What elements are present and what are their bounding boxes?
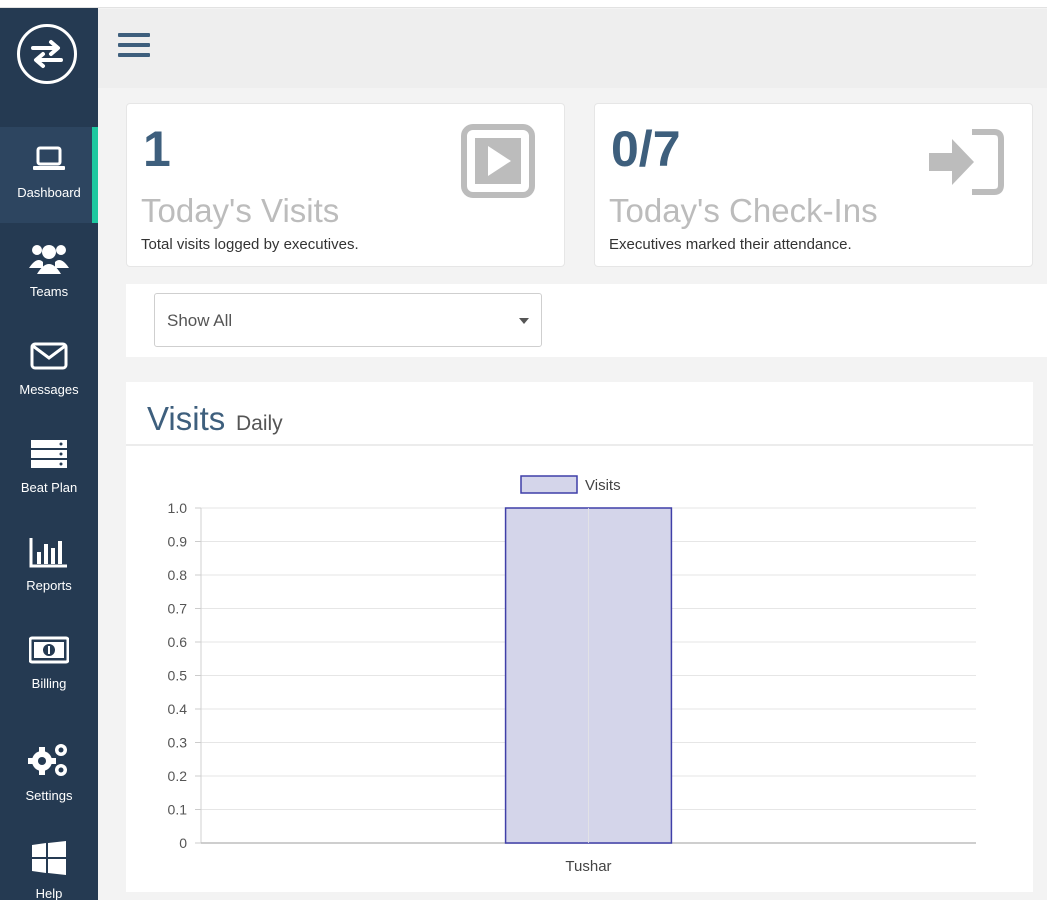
sidebar-item-label: Dashboard (17, 185, 81, 200)
sidebar-item-label: Teams (29, 284, 69, 299)
sidebar: Dashboard Teams Messages Beat Plan Repor… (0, 8, 98, 900)
panel-header: Visits Daily (126, 382, 1033, 446)
stat-card-check-ins: 0/7 Today's Check-Ins Executives marked … (594, 103, 1033, 267)
sidebar-item-label: Settings (25, 788, 73, 803)
y-tick-label: 0.1 (168, 802, 188, 818)
users-icon (0, 238, 98, 278)
y-tick-label: 0.8 (168, 567, 188, 583)
caret-down-icon (519, 318, 529, 324)
money-icon (0, 630, 98, 670)
visits-panel: Visits Daily 1.0 0.9 0.8 0.7 0.6 0.5 0.4 0.3 0.2… (126, 382, 1033, 892)
sidebar-item-settings[interactable]: Settings (0, 728, 98, 824)
sidebar-item-billing[interactable]: Billing (0, 618, 98, 714)
gears-icon (0, 740, 98, 780)
hamburger-menu-icon[interactable] (118, 31, 152, 61)
bar-chart-icon (0, 532, 98, 572)
sidebar-item-beat-plan[interactable]: Beat Plan (0, 422, 98, 518)
x-tick-label: Tushar (565, 858, 611, 875)
stat-card-visits: 1 Today's Visits Total visits logged by … (126, 103, 565, 267)
y-tick-label: 1.0 (168, 500, 188, 516)
play-square-icon (461, 124, 535, 203)
legend-swatch (520, 475, 578, 494)
y-tick-label: 0.2 (168, 768, 188, 784)
legend-label: Visits (585, 477, 621, 494)
top-header (98, 9, 1047, 88)
sidebar-item-label: Messages (19, 382, 79, 397)
y-tick-label: 0.9 (168, 534, 188, 550)
envelope-icon (0, 336, 98, 376)
sidebar-item-label: Billing (31, 676, 67, 691)
laptop-icon (0, 139, 98, 179)
y-tick-label: 0.5 (168, 668, 188, 684)
y-tick-label: 0 (179, 835, 187, 851)
sidebar-item-label: Reports (26, 578, 72, 593)
panel-subtitle: Daily (236, 412, 283, 435)
logo-swap-icon[interactable] (17, 24, 77, 84)
stat-title: Today's Check-Ins (609, 192, 878, 229)
sidebar-item-dashboard[interactable]: Dashboard (0, 127, 98, 223)
y-tick-label: 0.4 (168, 701, 188, 717)
y-tick-label: 0.7 (168, 601, 188, 617)
sidebar-item-teams[interactable]: Teams (0, 226, 98, 322)
stat-subtitle: Executives marked their attendance. (609, 236, 852, 253)
stat-value: 0/7 (611, 121, 681, 177)
y-tick-label: 0.3 (168, 735, 188, 751)
sidebar-item-label: Beat Plan (20, 480, 78, 495)
filter-bar: Show All (126, 284, 1047, 357)
windows-icon (0, 838, 98, 878)
sidebar-item-help[interactable]: Help (0, 828, 98, 900)
stat-subtitle: Total visits logged by executives. (141, 236, 359, 253)
sidebar-item-reports[interactable]: Reports (0, 520, 98, 616)
select-value: Show All (167, 311, 233, 330)
server-icon (0, 434, 98, 474)
y-tick-label: 0.6 (168, 634, 188, 650)
sign-in-icon (928, 129, 1004, 200)
stat-value: 1 (143, 121, 171, 177)
panel-title: Visits (147, 400, 226, 437)
sidebar-item-label: Help (35, 886, 63, 900)
sidebar-item-messages[interactable]: Messages (0, 324, 98, 420)
stat-title: Today's Visits (141, 192, 340, 229)
show-all-select[interactable]: Show All (154, 293, 542, 347)
visits-bar-chart: 1.0 0.9 0.8 0.7 0.6 0.5 0.4 0.3 0.2 0.1 0 Tushar Vis… (168, 475, 976, 875)
top-border (0, 0, 1047, 8)
